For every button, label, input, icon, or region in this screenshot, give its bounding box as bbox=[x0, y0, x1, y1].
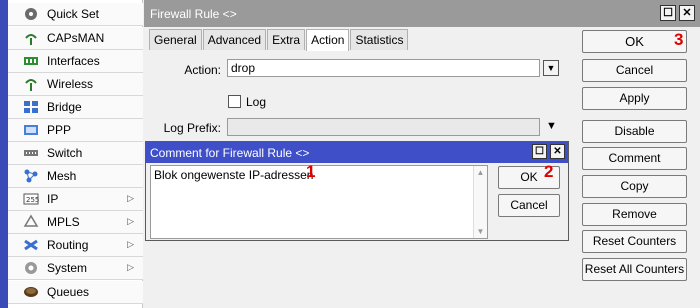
tab-general[interactable]: General bbox=[149, 29, 202, 50]
window-titlebar[interactable]: Firewall Rule <> ☐ ✕ bbox=[144, 0, 700, 27]
scroll-down-icon[interactable]: ▼ bbox=[474, 227, 487, 236]
nav-item-system[interactable]: System ▷ bbox=[8, 257, 143, 280]
mpls-icon bbox=[22, 214, 40, 230]
ip-icon: 255 bbox=[22, 191, 40, 207]
log-label: Log bbox=[246, 95, 267, 109]
reset-counters-button[interactable]: Reset Counters bbox=[582, 230, 687, 253]
nav-item-quick-set[interactable]: Quick Set bbox=[8, 3, 143, 26]
cancel-button[interactable]: Cancel bbox=[582, 59, 687, 82]
interfaces-icon bbox=[22, 53, 40, 69]
nav-item-routing[interactable]: Routing ▷ bbox=[8, 234, 143, 257]
nav-menu: Quick Set CAPsMAN Interfaces Wireless Br… bbox=[0, 0, 143, 308]
nav-label: System bbox=[47, 261, 88, 275]
tab-statistics[interactable]: Statistics bbox=[350, 29, 409, 50]
nav-label: Mesh bbox=[47, 169, 77, 183]
ppp-icon bbox=[22, 122, 40, 138]
tab-action[interactable]: Action bbox=[306, 29, 350, 51]
action-label: Action: bbox=[184, 63, 221, 77]
copy-button[interactable]: Copy bbox=[582, 175, 687, 198]
nav-item-ppp[interactable]: PPP bbox=[8, 119, 143, 142]
nav-item-queues[interactable]: Queues bbox=[8, 281, 143, 304]
remove-button[interactable]: Remove bbox=[582, 203, 687, 226]
tab-extra[interactable]: Extra bbox=[267, 29, 306, 50]
annotation-3: 3 bbox=[674, 30, 684, 49]
nav-label: Wireless bbox=[47, 77, 94, 91]
nav-label: Switch bbox=[47, 146, 83, 160]
nav-item-wireless[interactable]: Wireless bbox=[8, 73, 143, 96]
submenu-arrow-icon: ▷ bbox=[127, 262, 134, 272]
annotation-2: 2 bbox=[544, 162, 554, 181]
reset-all-counters-button[interactable]: Reset All Counters bbox=[582, 258, 687, 281]
nav-item-ip[interactable]: 255 IP ▷ bbox=[8, 188, 143, 211]
submenu-arrow-icon: ▷ bbox=[127, 239, 134, 249]
mesh-icon bbox=[22, 168, 40, 184]
nav-label: IP bbox=[47, 192, 59, 206]
tab-advanced[interactable]: Advanced bbox=[202, 29, 267, 50]
nav-label: Queues bbox=[47, 285, 90, 299]
scroll-up-icon[interactable]: ▲ bbox=[474, 168, 487, 177]
log-prefix-label: Log Prefix: bbox=[163, 121, 221, 135]
bridge-icon bbox=[22, 99, 40, 115]
action-select[interactable]: drop bbox=[227, 59, 540, 77]
switch-icon bbox=[22, 145, 40, 161]
submenu-arrow-icon: ▷ bbox=[127, 193, 134, 203]
comment-dialog: Comment for Firewall Rule <> ☐ ✕ Blok on… bbox=[145, 141, 569, 241]
window-title: Firewall Rule <> bbox=[150, 7, 237, 21]
close-icon[interactable]: ✕ bbox=[679, 5, 695, 21]
nav-item-mpls[interactable]: MPLS ▷ bbox=[8, 211, 143, 234]
nav-strip bbox=[0, 0, 8, 308]
restore-icon[interactable]: ☐ bbox=[660, 5, 676, 21]
quickset-icon bbox=[22, 6, 40, 22]
nav-label: Bridge bbox=[47, 100, 82, 114]
log-prefix-field[interactable] bbox=[227, 118, 540, 136]
nav-label: Quick Set bbox=[47, 7, 100, 21]
dialog-cancel-button[interactable]: Cancel bbox=[498, 194, 560, 217]
svg-text:255: 255 bbox=[26, 196, 39, 204]
nav-item-capsman[interactable]: CAPsMAN bbox=[8, 27, 143, 50]
dialog-restore-icon[interactable]: ☐ bbox=[532, 144, 547, 159]
wireless-icon bbox=[22, 76, 40, 92]
textarea-scrollbar[interactable]: ▲ ▼ bbox=[473, 166, 487, 238]
dialog-close-icon[interactable]: ✕ bbox=[550, 144, 565, 159]
nav-label: PPP bbox=[47, 123, 72, 137]
comment-text: Blok ongewenste IP-adressen bbox=[154, 168, 314, 182]
nav-item-bridge[interactable]: Bridge bbox=[8, 96, 143, 119]
disable-button[interactable]: Disable bbox=[582, 120, 687, 143]
nav-label: MPLS bbox=[47, 215, 80, 229]
nav-label: CAPsMAN bbox=[47, 31, 105, 45]
apply-button[interactable]: Apply bbox=[582, 87, 687, 110]
annotation-1: 1 bbox=[306, 162, 316, 181]
nav-item-mesh[interactable]: Mesh bbox=[8, 165, 143, 188]
nav-item-interfaces[interactable]: Interfaces bbox=[8, 50, 143, 73]
dialog-titlebar[interactable]: Comment for Firewall Rule <> ☐ ✕ bbox=[146, 142, 568, 163]
log-checkbox[interactable] bbox=[228, 95, 241, 108]
dropdown-icon[interactable]: ▼ bbox=[543, 60, 559, 76]
log-prefix-dropdown-icon[interactable]: ▼ bbox=[546, 120, 557, 132]
nav-label: Routing bbox=[47, 238, 89, 252]
submenu-arrow-icon: ▷ bbox=[127, 216, 134, 226]
dialog-title: Comment for Firewall Rule <> bbox=[150, 146, 310, 160]
nav-item-switch[interactable]: Switch bbox=[8, 142, 143, 165]
comment-textarea[interactable]: Blok ongewenste IP-adressen ▲ ▼ bbox=[150, 165, 488, 239]
queues-icon bbox=[22, 284, 40, 300]
system-icon bbox=[22, 260, 40, 276]
routing-icon bbox=[22, 237, 40, 253]
ok-button[interactable]: OK bbox=[582, 30, 687, 53]
comment-button[interactable]: Comment bbox=[582, 147, 687, 170]
nav-label: Interfaces bbox=[47, 54, 100, 68]
tab-bar: General Advanced Extra Action Statistics bbox=[149, 29, 409, 51]
capsman-icon bbox=[22, 30, 40, 46]
